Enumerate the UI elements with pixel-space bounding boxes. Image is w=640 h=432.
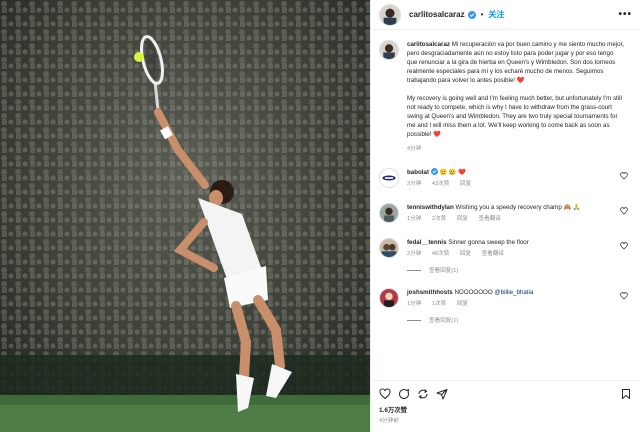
tennis-player-photo: [0, 0, 370, 432]
caption-avatar[interactable]: [379, 40, 399, 60]
post-header: carlitosalcaraz • 关注 •••: [371, 0, 640, 30]
comment-text: Wishing you a speedy recovery champ 🙈 🙏: [455, 204, 581, 211]
caption-spanish: carlitosalcaraz Mi recuperación va por b…: [407, 40, 625, 85]
commenter-avatar[interactable]: [379, 203, 399, 223]
replies-divider: [407, 269, 421, 271]
more-options-icon[interactable]: •••: [618, 9, 632, 20]
caption-text-en: My recovery is going well and I'm feelin…: [407, 95, 624, 138]
heart-icon[interactable]: [620, 172, 628, 180]
like-count[interactable]: 1.6万次赞: [379, 405, 632, 414]
comment-text: NOOOOOOO: [454, 289, 493, 296]
comment-text: 😟 😢 ❤️: [439, 169, 467, 176]
view-replies-label: 查看回复(1): [429, 268, 459, 274]
follow-button[interactable]: 关注: [488, 9, 504, 20]
comment-icon[interactable]: [398, 388, 410, 400]
bookmark-icon[interactable]: [620, 388, 632, 400]
post-actions: 1.6万次赞 4分钟前: [371, 380, 640, 432]
replies-divider: [407, 319, 421, 321]
comment-username[interactable]: joshsmithhosts: [407, 289, 453, 296]
comment-body: tenniswithdylan Wishing you a speedy rec…: [407, 203, 625, 224]
comment-meta: 1分钟 2次赞 回复 查看翻译: [407, 215, 625, 224]
heart-icon[interactable]: [620, 292, 628, 300]
caption-time: 4分钟: [407, 146, 422, 152]
reply-button[interactable]: 回复: [460, 181, 471, 187]
heart-icon[interactable]: [620, 242, 628, 250]
author-avatar[interactable]: [379, 3, 401, 26]
comment-body: joshsmithhosts NOOOOOOO @billie_bhatia 1…: [407, 288, 625, 309]
translate-button[interactable]: 查看翻译: [482, 251, 504, 257]
post-timestamp: 4分钟前: [379, 418, 399, 424]
reply-button[interactable]: 回复: [457, 216, 468, 222]
view-replies-button[interactable]: 查看回复(1): [407, 316, 632, 324]
comment-likes[interactable]: 43次赞: [432, 181, 449, 187]
comment-time: 1分钟: [407, 301, 422, 307]
comment-body: babolat 😟 😢 ❤️ 2分钟 43次赞 回复: [407, 168, 625, 189]
comment-meta: 1分钟 1次赞 回复: [407, 300, 625, 309]
comment-body: fedal__tennis Sinner gonna sweep the flo…: [407, 238, 625, 259]
comment-time: 2分钟: [407, 251, 422, 257]
post-photo[interactable]: [0, 0, 370, 432]
comment-time: 2分钟: [407, 181, 422, 187]
comment-likes[interactable]: 1次赞: [432, 301, 446, 307]
comment-likes[interactable]: 46次赞: [432, 251, 449, 257]
reply-button[interactable]: 回复: [457, 301, 468, 307]
separator-dot: •: [480, 10, 484, 19]
verified-badge-icon: [430, 168, 438, 175]
view-replies-label: 查看回复(1): [429, 318, 459, 324]
comment-username[interactable]: tenniswithdylan: [407, 204, 454, 211]
commenter-avatar[interactable]: [379, 168, 399, 188]
comment-username[interactable]: babolat: [407, 169, 429, 176]
comment-text: Sinner gonna sweep the floor: [448, 239, 529, 246]
view-replies-button[interactable]: 查看回复(1): [407, 266, 632, 274]
mention-link[interactable]: @billie_bhatia: [494, 289, 533, 296]
verified-badge-icon: [467, 10, 476, 19]
comment-likes[interactable]: 2次赞: [432, 216, 446, 222]
instagram-post-view: carlitosalcaraz • 关注 ••• carlitosalcaraz…: [0, 0, 640, 432]
comment-meta: 2分钟 46次赞 回复 查看翻译: [407, 250, 625, 259]
post-side-panel: carlitosalcaraz • 关注 ••• carlitosalcaraz…: [370, 0, 640, 432]
action-icons: [379, 383, 632, 405]
share-icon[interactable]: [417, 388, 429, 400]
caption-body: carlitosalcaraz Mi recuperación va por b…: [407, 40, 625, 154]
comment-time: 1分钟: [407, 216, 422, 222]
post-caption: carlitosalcaraz Mi recuperación va por b…: [379, 40, 632, 154]
comment-username[interactable]: fedal__tennis: [407, 239, 447, 246]
comment-meta: 2分钟 43次赞 回复: [407, 180, 625, 189]
translate-button[interactable]: 查看翻译: [479, 216, 501, 222]
caption-username[interactable]: carlitosalcaraz: [407, 41, 450, 48]
comment-item: joshsmithhosts NOOOOOOO @billie_bhatia 1…: [379, 288, 632, 309]
author-username[interactable]: carlitosalcaraz: [409, 10, 465, 19]
send-icon[interactable]: [436, 388, 448, 400]
heart-icon[interactable]: [620, 207, 628, 215]
comments-feed[interactable]: carlitosalcaraz Mi recuperación va por b…: [371, 30, 640, 380]
reply-button[interactable]: 回复: [460, 251, 471, 257]
comment-item: babolat 😟 😢 ❤️ 2分钟 43次赞 回复: [379, 168, 632, 189]
heart-icon[interactable]: [379, 388, 391, 400]
comment-item: tenniswithdylan Wishing you a speedy rec…: [379, 203, 632, 224]
commenter-avatar[interactable]: [379, 238, 399, 258]
commenter-avatar[interactable]: [379, 288, 399, 308]
comment-item: fedal__tennis Sinner gonna sweep the flo…: [379, 238, 632, 259]
